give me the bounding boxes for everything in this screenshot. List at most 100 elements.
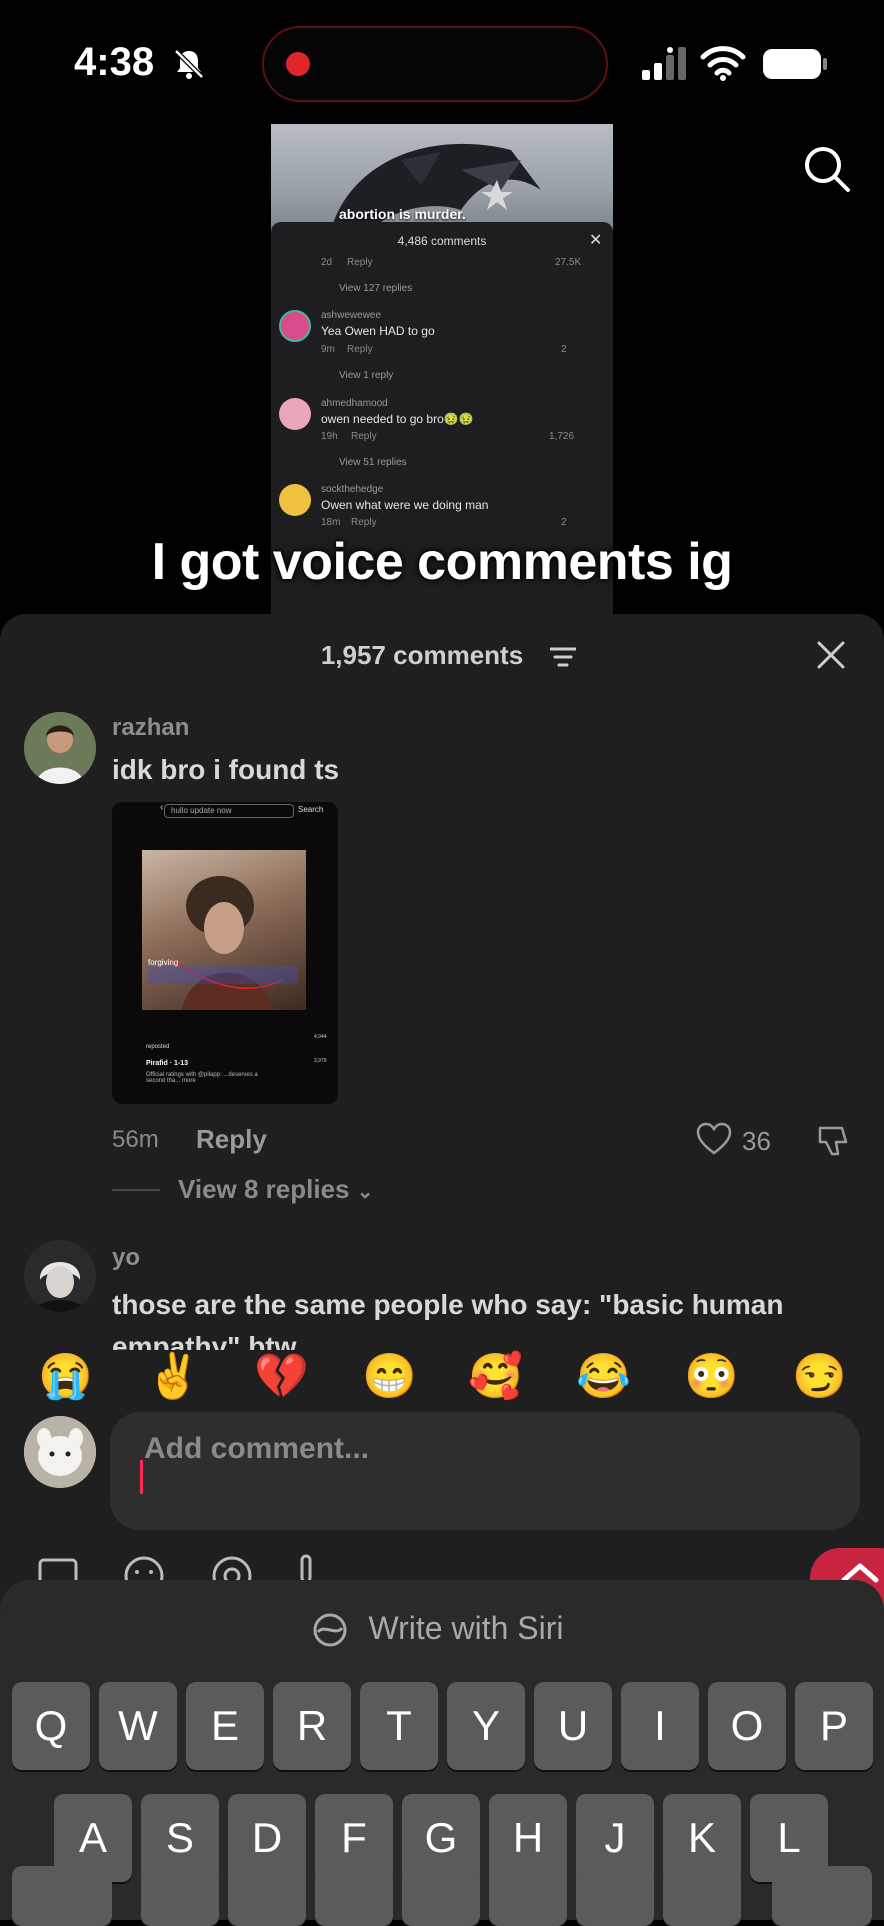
thumb-stat: 3,979 — [314, 1058, 327, 1064]
emoji-button[interactable]: 🥰 — [468, 1350, 523, 1402]
close-icon[interactable] — [816, 640, 846, 670]
key-r[interactable]: R — [273, 1682, 351, 1770]
comment-input-placeholder: Add comment... — [144, 1432, 370, 1465]
dislike-icon[interactable] — [816, 1122, 852, 1158]
emoji-quick-bar: 😭 ✌️ 💔 😁 🥰 😂 😳 😏 — [0, 1350, 884, 1406]
preview-caption: abortion is murder. — [339, 206, 466, 222]
emoji-button[interactable]: 😭 — [38, 1350, 93, 1402]
view-replies-button[interactable]: View 8 replies ⌄ — [178, 1174, 374, 1205]
status-time: 4:38 — [74, 40, 155, 84]
filter-icon[interactable] — [550, 646, 576, 668]
comments-count-title: 1,957 comments — [0, 640, 884, 671]
mini-view-replies: View 1 reply — [339, 370, 394, 381]
key-z[interactable] — [141, 1866, 219, 1926]
thumb-back-icon: ‹ — [160, 802, 164, 813]
emoji-button[interactable]: 😏 — [792, 1350, 847, 1402]
user-avatar[interactable] — [24, 1416, 96, 1488]
mini-view-replies: View 51 replies — [339, 457, 407, 468]
key-delete[interactable] — [772, 1866, 872, 1926]
thumb-repost: reposted — [146, 1044, 170, 1050]
key-i[interactable]: I — [621, 1682, 699, 1770]
mini-comment-text: Owen what were we doing man — [321, 498, 489, 512]
wifi-icon — [700, 46, 746, 81]
mini-comment-name: ashwewewee — [321, 310, 382, 321]
key-p[interactable]: P — [795, 1682, 873, 1770]
battery-icon — [763, 49, 827, 79]
comment-text: idk bro i found ts — [112, 754, 340, 785]
key-w[interactable]: W — [99, 1682, 177, 1770]
key-e[interactable]: E — [186, 1682, 264, 1770]
mini-comment-time: 18m — [321, 517, 341, 528]
anime-avatar-icon — [24, 1240, 96, 1312]
thumb-search-bar: hullo update now — [164, 804, 294, 818]
mini-comment-time: 19h — [321, 431, 338, 442]
emoji-button[interactable]: 😁 — [362, 1350, 417, 1402]
thumb-search-button: Search — [298, 805, 324, 814]
person-avatar-icon — [24, 712, 96, 784]
key-c[interactable] — [315, 1866, 393, 1926]
key-q[interactable]: Q — [12, 1682, 90, 1770]
view-replies-label: View 8 replies — [178, 1174, 350, 1204]
write-with-siri-button[interactable]: Write with Siri — [0, 1610, 884, 1647]
comment-username[interactable]: yo — [112, 1244, 140, 1272]
avatar[interactable] — [24, 1240, 96, 1312]
dog-avatar-icon — [24, 1416, 96, 1488]
mini-view-replies: View 127 replies — [339, 283, 413, 294]
reply-button[interactable]: Reply — [196, 1124, 267, 1155]
mini-comment-likes: 1,726 — [549, 431, 575, 442]
comment-username[interactable]: razhan — [112, 714, 189, 742]
mini-comment-reply: Reply — [351, 431, 377, 442]
thumb-highlight — [148, 966, 298, 984]
video-caption-overlay: I got voice comments ig — [151, 533, 733, 591]
dynamic-island[interactable] — [262, 26, 608, 102]
avatar[interactable] — [24, 712, 96, 784]
chevron-down-icon: ⌄ — [356, 1181, 374, 1203]
mini-comment-likes: 27.5K — [555, 257, 582, 268]
thumb-stat: 4,944 — [314, 1034, 327, 1040]
mini-comment-name: ahmedhamood — [321, 398, 388, 409]
mini-comment-text: Yea Owen HAD to go — [321, 324, 435, 338]
comment-image[interactable]: ‹ hullo update now Search forgiving repo… — [112, 802, 338, 1104]
comment-time: 56m — [112, 1126, 159, 1153]
mini-avatar — [279, 484, 311, 516]
key-x[interactable] — [228, 1866, 306, 1926]
emoji-button[interactable]: 💔 — [254, 1350, 309, 1402]
recording-indicator-icon — [286, 52, 310, 76]
comment-text: those are the same people who say: "basi… — [112, 1289, 784, 1352]
write-with-siri-label: Write with Siri — [368, 1610, 564, 1646]
mini-comments-header: 4,486 comments — [397, 234, 487, 248]
key-t[interactable]: T — [360, 1682, 438, 1770]
view-replies-line — [112, 1189, 160, 1191]
text-caret — [140, 1460, 143, 1494]
emoji-button[interactable]: 😳 — [684, 1350, 739, 1402]
key-n[interactable] — [576, 1866, 654, 1926]
mini-comment-reply: Reply — [351, 517, 377, 528]
key-b[interactable] — [489, 1866, 567, 1926]
emoji-button[interactable]: ✌️ — [146, 1350, 201, 1402]
mini-comment-reply: Reply — [347, 344, 373, 355]
mini-comment-likes: 2 — [561, 344, 567, 355]
cellular-signal-icon — [642, 47, 686, 80]
thumb-description: Official ratings with @pilapp: ...deserv… — [146, 1072, 258, 1084]
mini-close-icon: ✕ — [589, 232, 603, 249]
key-m[interactable] — [663, 1866, 741, 1926]
comments-count-label: 1,957 comments — [320, 640, 524, 670]
mini-avatar — [279, 398, 311, 430]
key-o[interactable]: O — [708, 1682, 786, 1770]
emoji-button[interactable]: 😂 — [576, 1350, 631, 1402]
mini-comment-text: owen needed to go bro🤢🤢 — [321, 412, 474, 426]
comment-input[interactable] — [110, 1412, 860, 1530]
bell-slash-icon — [174, 49, 204, 79]
key-shift[interactable] — [12, 1866, 112, 1926]
thumb-author: Pirafid · 1-13 — [146, 1060, 189, 1067]
mini-comment-likes: 2 — [561, 517, 567, 528]
key-v[interactable] — [402, 1866, 480, 1926]
like-count: 36 — [742, 1126, 771, 1156]
mini-comment-name: sockthehedge — [321, 484, 384, 495]
key-y[interactable]: Y — [447, 1682, 525, 1770]
key-u[interactable]: U — [534, 1682, 612, 1770]
mini-avatar — [279, 310, 311, 342]
heart-icon[interactable] — [696, 1122, 732, 1156]
search-icon[interactable] — [802, 144, 852, 194]
mini-comment-time: 9m — [321, 344, 335, 355]
